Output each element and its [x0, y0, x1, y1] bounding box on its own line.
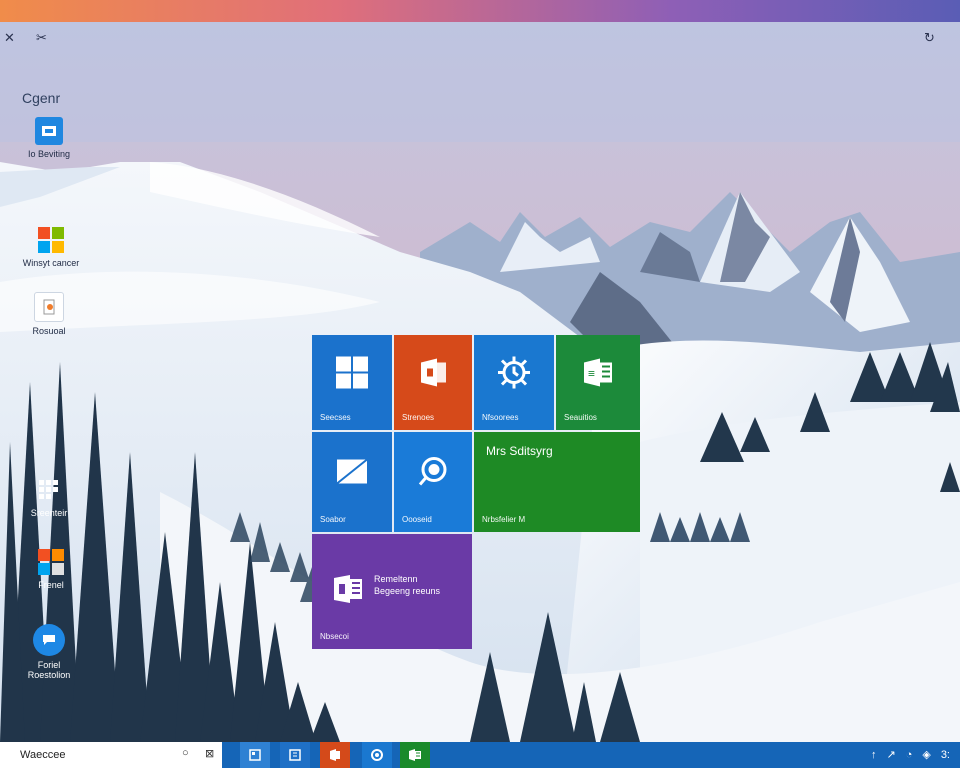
tile-label: Strenoes [402, 413, 435, 422]
tile-mail[interactable]: Soabor [312, 432, 392, 532]
task-view-icon[interactable]: ⊠ [205, 747, 214, 760]
desktop-icon-label: Foriel [37, 660, 61, 670]
taskbar: Waeccee ○ ⊠ ↑ ↗ ◔ ◈ 3: [0, 742, 960, 768]
folder-icon [35, 117, 63, 145]
taskbar-search-box[interactable]: Waeccee ○ ⊠ [0, 742, 222, 768]
mail-icon [334, 454, 370, 495]
app-grid-icon [35, 476, 63, 504]
taskbar-app-office[interactable] [320, 742, 350, 768]
store-icon [37, 226, 65, 254]
tile-label: Nrbsfelier M [482, 515, 526, 524]
network-icon[interactable]: ↗ [886, 748, 895, 761]
tile-settings[interactable]: Nfsoorees [474, 335, 554, 430]
tile-excel[interactable]: ≡ Seauitios [556, 335, 640, 430]
refresh-icon[interactable]: ↻ [924, 30, 935, 46]
desktop-icon-file-manager[interactable]: Io Beviting [14, 117, 84, 159]
taskbar-app-1[interactable] [240, 742, 270, 768]
desktop-icon-browser[interactable]: Foriel Roestolion [14, 624, 84, 680]
excel-icon: ≡ [580, 354, 616, 395]
clock[interactable]: 3: [941, 749, 950, 761]
taskbar-app-settings[interactable] [362, 742, 392, 768]
tile-label: Seauitios [564, 413, 597, 422]
excel-icon [409, 749, 421, 761]
chat-icon [33, 624, 65, 656]
start-tiles-panel: Seecses Strenoes Nfsoorees ≡ Seauitios S… [312, 335, 642, 649]
desktop-header-label: Cgenr [22, 90, 61, 106]
taskbar-app-excel[interactable] [400, 742, 430, 768]
tile-wide-green[interactable]: Mrs Sditsyrg Nrbsfelier M [474, 432, 640, 532]
notification-icon[interactable]: ◈ [922, 748, 930, 761]
office-icon [415, 354, 451, 395]
window-top-strip [0, 0, 960, 22]
gear-icon [371, 749, 383, 761]
close-icon[interactable]: ✕ [4, 30, 15, 46]
onenote-icon [332, 572, 366, 611]
tile-search[interactable]: Oooseid [394, 432, 472, 532]
tile-onenote[interactable]: Remeltenn Begeeng reeuns Nbsecoi [312, 534, 472, 649]
taskbar-app-2[interactable] [280, 742, 310, 768]
windows-logo-icon [334, 354, 370, 395]
desktop-icon-apps[interactable]: Sreenteir [14, 476, 84, 518]
office-icon [330, 749, 340, 761]
tile-office[interactable]: Strenoes [394, 335, 472, 430]
tile-line-1: Remeltenn [374, 574, 418, 584]
desktop-icon-label: Frenel [38, 580, 64, 590]
desktop-icon-label: Rosuoal [32, 326, 66, 336]
snip-icon[interactable]: ✂ [36, 30, 47, 46]
desktop-screen: ✕ ✂ ↻ Cgenr Io Beviting Winsyt cancer Ro… [0, 0, 960, 768]
desktop-icon-office[interactable]: Frenel [16, 548, 86, 590]
tile-label: Seecses [320, 413, 351, 422]
tile-line-2: Begeeng reeuns [374, 586, 441, 596]
office-icon [37, 548, 65, 576]
search-icon [415, 454, 451, 495]
system-tray: ↑ ↗ ◔ ◈ 3: [871, 748, 950, 762]
volume-icon[interactable]: ◔ [906, 749, 913, 761]
desktop-icon-label: Winsyt cancer [22, 258, 80, 268]
tile-windows[interactable]: Seecses [312, 335, 392, 430]
desktop-icon-label: Sreenteir [30, 508, 68, 518]
desktop-icon-notes[interactable]: Rosuoal [14, 292, 84, 336]
tile-label: Nbsecoi [320, 632, 349, 641]
tile-label: Soabor [320, 515, 346, 524]
desktop-icon-store[interactable]: Winsyt cancer [16, 226, 86, 268]
svg-text:≡: ≡ [588, 366, 595, 380]
app-window-icon [249, 749, 261, 761]
gear-icon [495, 353, 533, 396]
tile-title: Mrs Sditsyrg [486, 444, 553, 458]
document-icon [34, 292, 64, 322]
tile-label: Nfsoorees [482, 413, 519, 422]
top-system-icons: ✕ ✂ ↻ [0, 30, 960, 50]
circle-icon[interactable]: ○ [182, 747, 189, 759]
desktop-icon-label: Io Beviting [27, 149, 71, 159]
document-icon [289, 749, 301, 761]
search-input[interactable]: Waeccee [20, 749, 65, 761]
tile-label: Oooseid [402, 515, 432, 524]
desktop-icon-label-2: Roestolion [27, 670, 71, 680]
up-arrow-icon[interactable]: ↑ [871, 749, 877, 761]
